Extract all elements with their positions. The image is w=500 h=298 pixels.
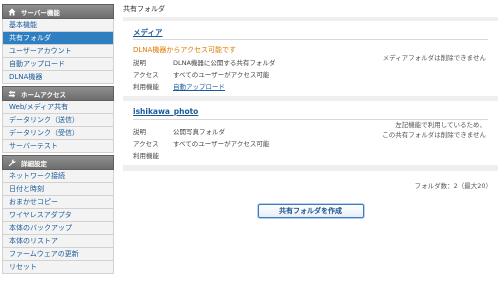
sidebar-item-reset[interactable]: リセット <box>2 261 114 274</box>
row-key: 利用機能 <box>133 83 159 91</box>
row-key: アクセス <box>133 71 159 79</box>
sidebar-item-basic[interactable]: 基本機能 <box>2 19 114 32</box>
note-line: メディアフォルダは削除できません <box>382 54 486 62</box>
sidebar-item-datetime[interactable]: 日付と時刻 <box>2 183 114 196</box>
note-line: この共有フォルダは削除できません <box>382 131 486 139</box>
sidebar-item-datalink-send[interactable]: データリンク（送信） <box>2 114 114 127</box>
sidebar-item-dlna[interactable]: DLNA機器 <box>2 71 114 84</box>
row-key: 説明 <box>133 128 146 136</box>
home-icon <box>8 7 16 16</box>
wrench-icon <box>8 158 16 166</box>
folder-count: フォルダ数：2（最大20） <box>414 182 492 190</box>
sidebar-item-user-accounts[interactable]: ユーザーアカウント <box>2 45 114 58</box>
section-header-advanced: 詳細設定 <box>2 155 114 170</box>
folder-card-ishikawa-photo: ishikawa_photo 説明 公開写真フォルダ アクセス すべてのユーザー… <box>123 101 498 165</box>
sidebar-item-network[interactable]: ネットワーク接続 <box>2 170 114 183</box>
section-title: サーバー機能 <box>21 8 60 17</box>
row-value: すべてのユーザーがアクセス可能 <box>173 140 270 148</box>
note-line: 左記機能で利用しているため、 <box>395 121 486 129</box>
row-key: 説明 <box>133 59 146 67</box>
section-header-server: サーバー機能 <box>2 4 114 19</box>
sidebar-item-firmware[interactable]: ファームウェアの更新 <box>2 248 114 261</box>
folder-card-media: メディア DLNA機器からアクセス可能です 説明 DLNA機器に公開する共有フォ… <box>123 21 498 96</box>
folder-list: メディア DLNA機器からアクセス可能です 説明 DLNA機器に公開する共有フォ… <box>123 17 498 171</box>
sidebar-item-datalink-receive[interactable]: データリンク（受信） <box>2 127 114 140</box>
sidebar-item-server-test[interactable]: サーバーテスト <box>2 140 114 153</box>
row-key: アクセス <box>133 140 159 148</box>
sidebar-item-auto-upload[interactable]: 自動アップロード <box>2 58 114 71</box>
create-shared-folder-button[interactable]: 共有フォルダを作成 <box>257 204 364 218</box>
page-title: 共有フォルダ <box>123 5 165 13</box>
folder-name-link[interactable]: ishikawa_photo <box>133 107 488 118</box>
row-value: すべてのユーザーがアクセス可能 <box>173 71 270 79</box>
sidebar-item-auto-copy[interactable]: おまかせコピー <box>2 196 114 209</box>
folder-row: アクセス すべてのユーザーがアクセス可能 <box>133 68 488 80</box>
sidebar-item-backup[interactable]: 本体のバックアップ <box>2 222 114 235</box>
row-value: 公開写真フォルダ <box>173 128 225 136</box>
arrows-icon <box>8 89 16 98</box>
row-key: 利用機能 <box>133 152 159 160</box>
sidebar-item-shared-folder[interactable]: 共有フォルダ <box>2 32 114 45</box>
sidebar-item-restore[interactable]: 本体のリストア <box>2 235 114 248</box>
delete-note: メディアフォルダは削除できません <box>383 53 486 63</box>
auto-upload-link[interactable]: 自動アップロード <box>173 81 225 91</box>
section-title: ホームアクセス <box>21 90 66 99</box>
section-title: 詳細設定 <box>21 159 47 168</box>
folder-name-link[interactable]: メディア <box>133 27 488 38</box>
folder-row: 利用機能 <box>133 149 488 161</box>
row-value: DLNA機器に公開する共有フォルダ <box>173 59 276 67</box>
sidebar: サーバー機能 基本機能 共有フォルダ ユーザーアカウント 自動アップロード DL… <box>2 4 114 274</box>
delete-note: 左記機能で利用しているため、 この共有フォルダは削除できません <box>382 120 486 140</box>
sidebar-item-web-media[interactable]: Web/メディア共有 <box>2 101 114 114</box>
sidebar-item-wireless-adapter[interactable]: ワイヤレスアダプタ <box>2 209 114 222</box>
folder-row: 利用機能 自動アップロード <box>133 80 488 92</box>
section-header-home-access: ホームアクセス <box>2 86 114 101</box>
main-content: 共有フォルダ メディア DLNA機器からアクセス可能です 説明 DLNA機器に公… <box>123 0 498 218</box>
